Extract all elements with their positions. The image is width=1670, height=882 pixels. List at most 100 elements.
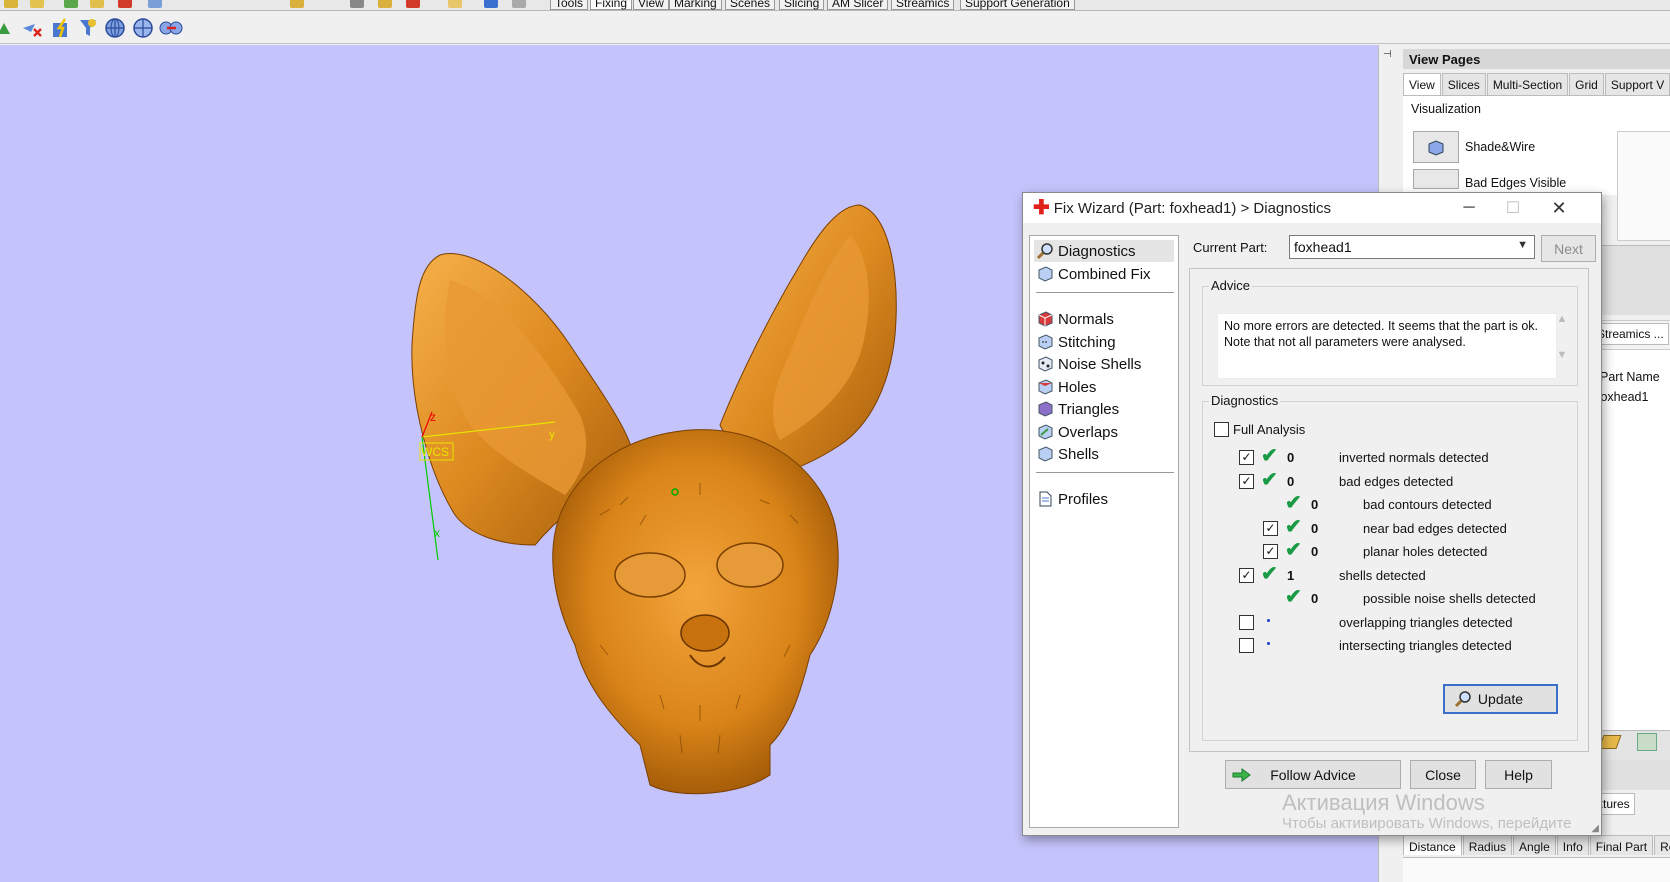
next-button[interactable]: Next <box>1541 235 1596 262</box>
toolbar-icon[interactable] <box>148 0 162 8</box>
help-button[interactable]: Help <box>1485 760 1552 789</box>
current-part-select[interactable]: foxhead1 ▼ <box>1289 235 1535 259</box>
minimize-icon[interactable]: ─ <box>1447 193 1491 223</box>
tab-marking[interactable]: Marking <box>669 0 722 10</box>
toolbar-icon[interactable] <box>290 0 304 8</box>
checkmark-icon: ✔ <box>1285 586 1302 608</box>
advice-text: No more errors are detected. It seems th… <box>1217 313 1557 379</box>
remove-triangle-icon[interactable] <box>20 16 44 40</box>
tab-streamics[interactable]: Streamics ... <box>1592 323 1669 345</box>
add-part-icon[interactable] <box>1637 733 1657 751</box>
activation-watermark-text: Чтобы активировать Windows, перейдите <box>1282 815 1572 832</box>
tab-streamics[interactable]: Streamics <box>891 0 955 10</box>
diagnostic-checkbox[interactable] <box>1239 638 1254 653</box>
dialog-titlebar[interactable]: ✚ Fix Wizard (Part: foxhead1) > Diagnost… <box>1023 193 1601 223</box>
tab-view[interactable]: View <box>1403 73 1441 95</box>
diagnostic-checkbox[interactable] <box>1239 614 1254 630</box>
nav-label: Stitching <box>1058 333 1116 351</box>
current-part-label: Current Part: <box>1193 240 1268 255</box>
tab-tools[interactable]: Tools <box>550 0 589 10</box>
follow-advice-button[interactable]: Follow Advice <box>1225 760 1401 789</box>
toolbar-icon[interactable] <box>30 0 44 8</box>
tab-grid[interactable]: Grid <box>1569 73 1604 95</box>
menu-bar: Tools Fixing View Marking Scenes Slicing… <box>0 0 1670 11</box>
tab-support-v[interactable]: Support V <box>1604 73 1670 95</box>
advice-scrollbar[interactable]: ▲ ▼ <box>1553 313 1571 375</box>
nav-item-triangles[interactable]: Triangles <box>1034 398 1174 420</box>
tab-multi-section[interactable]: Multi-Section <box>1486 73 1569 95</box>
nav-item-normals[interactable]: Normals <box>1034 308 1174 330</box>
diagnostic-count: 0 <box>1287 473 1295 489</box>
diagnostics-group: Diagnostics Full Analysis ✓ ✔ 0 inverted no… <box>1202 393 1578 741</box>
close-icon[interactable]: ✕ <box>1537 193 1581 223</box>
auto-fix-icon[interactable] <box>50 16 74 40</box>
toolbar-icon[interactable] <box>484 0 498 8</box>
update-button[interactable]: Update <box>1443 684 1558 714</box>
bad-edges-button[interactable] <box>1413 169 1459 189</box>
diagnostic-checkbox[interactable]: ✓ <box>1263 544 1278 559</box>
nav-item-diagnostics[interactable]: Diagnostics <box>1034 240 1174 262</box>
toolbar-icon[interactable] <box>406 0 420 8</box>
toolbar-icon[interactable] <box>350 0 364 8</box>
tab-distance[interactable]: Distance <box>1403 835 1462 855</box>
tab-am-slicer[interactable]: AM Slicer <box>827 0 889 10</box>
toolbar-icon[interactable] <box>64 0 78 8</box>
dialog-title: Fix Wizard (Part: foxhead1) > Diagnostic… <box>1053 199 1331 217</box>
merge-shells-icon[interactable] <box>159 16 183 40</box>
view-cube-preview[interactable] <box>1617 131 1670 241</box>
shade-wire-button[interactable] <box>1413 131 1459 163</box>
toolbar-icon[interactable] <box>90 0 104 8</box>
nav-item-shells[interactable]: Shells <box>1034 443 1174 465</box>
tab-info[interactable]: Info <box>1556 835 1589 855</box>
toolbar-icon[interactable] <box>4 0 18 8</box>
nav-item-combined-fix[interactable]: Combined Fix <box>1034 263 1174 285</box>
diagnostic-checkbox[interactable]: ✓ <box>1239 450 1254 465</box>
maximize-icon[interactable]: ☐ <box>1491 193 1535 223</box>
toolbar-icon[interactable] <box>448 0 462 8</box>
tab-angle[interactable]: Angle <box>1513 835 1556 855</box>
tab-re[interactable]: Re <box>1654 835 1670 855</box>
nav-item-profiles[interactable]: Profiles <box>1034 488 1174 510</box>
diagnostic-checkbox[interactable]: ✓ <box>1239 473 1254 489</box>
bad-edges-label: Bad Edges Visible <box>1465 176 1567 190</box>
nav-item-stitching[interactable]: Stitching <box>1034 331 1174 353</box>
diagnostic-count: 0 <box>1311 497 1319 512</box>
triangle-icon[interactable] <box>0 16 16 40</box>
toolbar-icon[interactable] <box>512 0 526 8</box>
diagnostic-label: bad edges detected <box>1339 473 1454 489</box>
tab-support-generation[interactable]: Support Generation <box>960 0 1075 10</box>
sphere-grid-icon[interactable] <box>131 16 155 40</box>
tab-radius[interactable]: Radius <box>1462 835 1513 855</box>
diagnostic-checkbox[interactable]: ✓ <box>1263 520 1278 536</box>
nav-label: Overlaps <box>1058 423 1119 441</box>
nav-label: Holes <box>1058 378 1097 396</box>
tab-view[interactable]: View <box>633 0 669 10</box>
tab-slices[interactable]: Slices <box>1441 73 1486 95</box>
checkmark-icon: ✔ <box>1285 492 1302 514</box>
checkmark-icon: ✔ <box>1285 515 1302 538</box>
tab-scenes[interactable]: Scenes <box>725 0 776 10</box>
wcs-label: WCS <box>421 445 449 459</box>
close-button[interactable]: Close <box>1410 760 1476 789</box>
sphere-grid-icon[interactable] <box>103 16 127 40</box>
filter-icon[interactable] <box>76 16 100 40</box>
tab-final-part[interactable]: Final Part <box>1589 835 1654 855</box>
axis-y-label: y <box>549 427 555 441</box>
nav-item-noise-shells[interactable]: Noise Shells <box>1034 353 1174 375</box>
part-name-value[interactable]: foxhead1 <box>1597 390 1648 404</box>
pin-icon[interactable]: ⊣ <box>1383 49 1392 60</box>
resize-grip-icon[interactable]: ◢ <box>1591 823 1599 834</box>
nav-item-holes[interactable]: Holes <box>1034 376 1174 398</box>
diagnostic-label: shells detected <box>1339 567 1426 583</box>
diagnostic-count: 0 <box>1311 544 1319 559</box>
toolbar-icon[interactable] <box>378 0 392 8</box>
triangles-icon <box>1038 401 1053 417</box>
diagnostic-checkbox[interactable]: ✓ <box>1239 567 1254 583</box>
tab-slicing[interactable]: Slicing <box>779 0 825 10</box>
diagnostic-label: near bad edges detected <box>1363 520 1507 536</box>
part-name-header[interactable]: Part Name <box>1600 370 1660 384</box>
full-analysis-checkbox[interactable] <box>1214 422 1229 437</box>
nav-item-overlaps[interactable]: Overlaps <box>1034 421 1174 443</box>
toolbar-icon[interactable] <box>118 0 132 8</box>
tab-fixing[interactable]: Fixing <box>590 0 633 10</box>
